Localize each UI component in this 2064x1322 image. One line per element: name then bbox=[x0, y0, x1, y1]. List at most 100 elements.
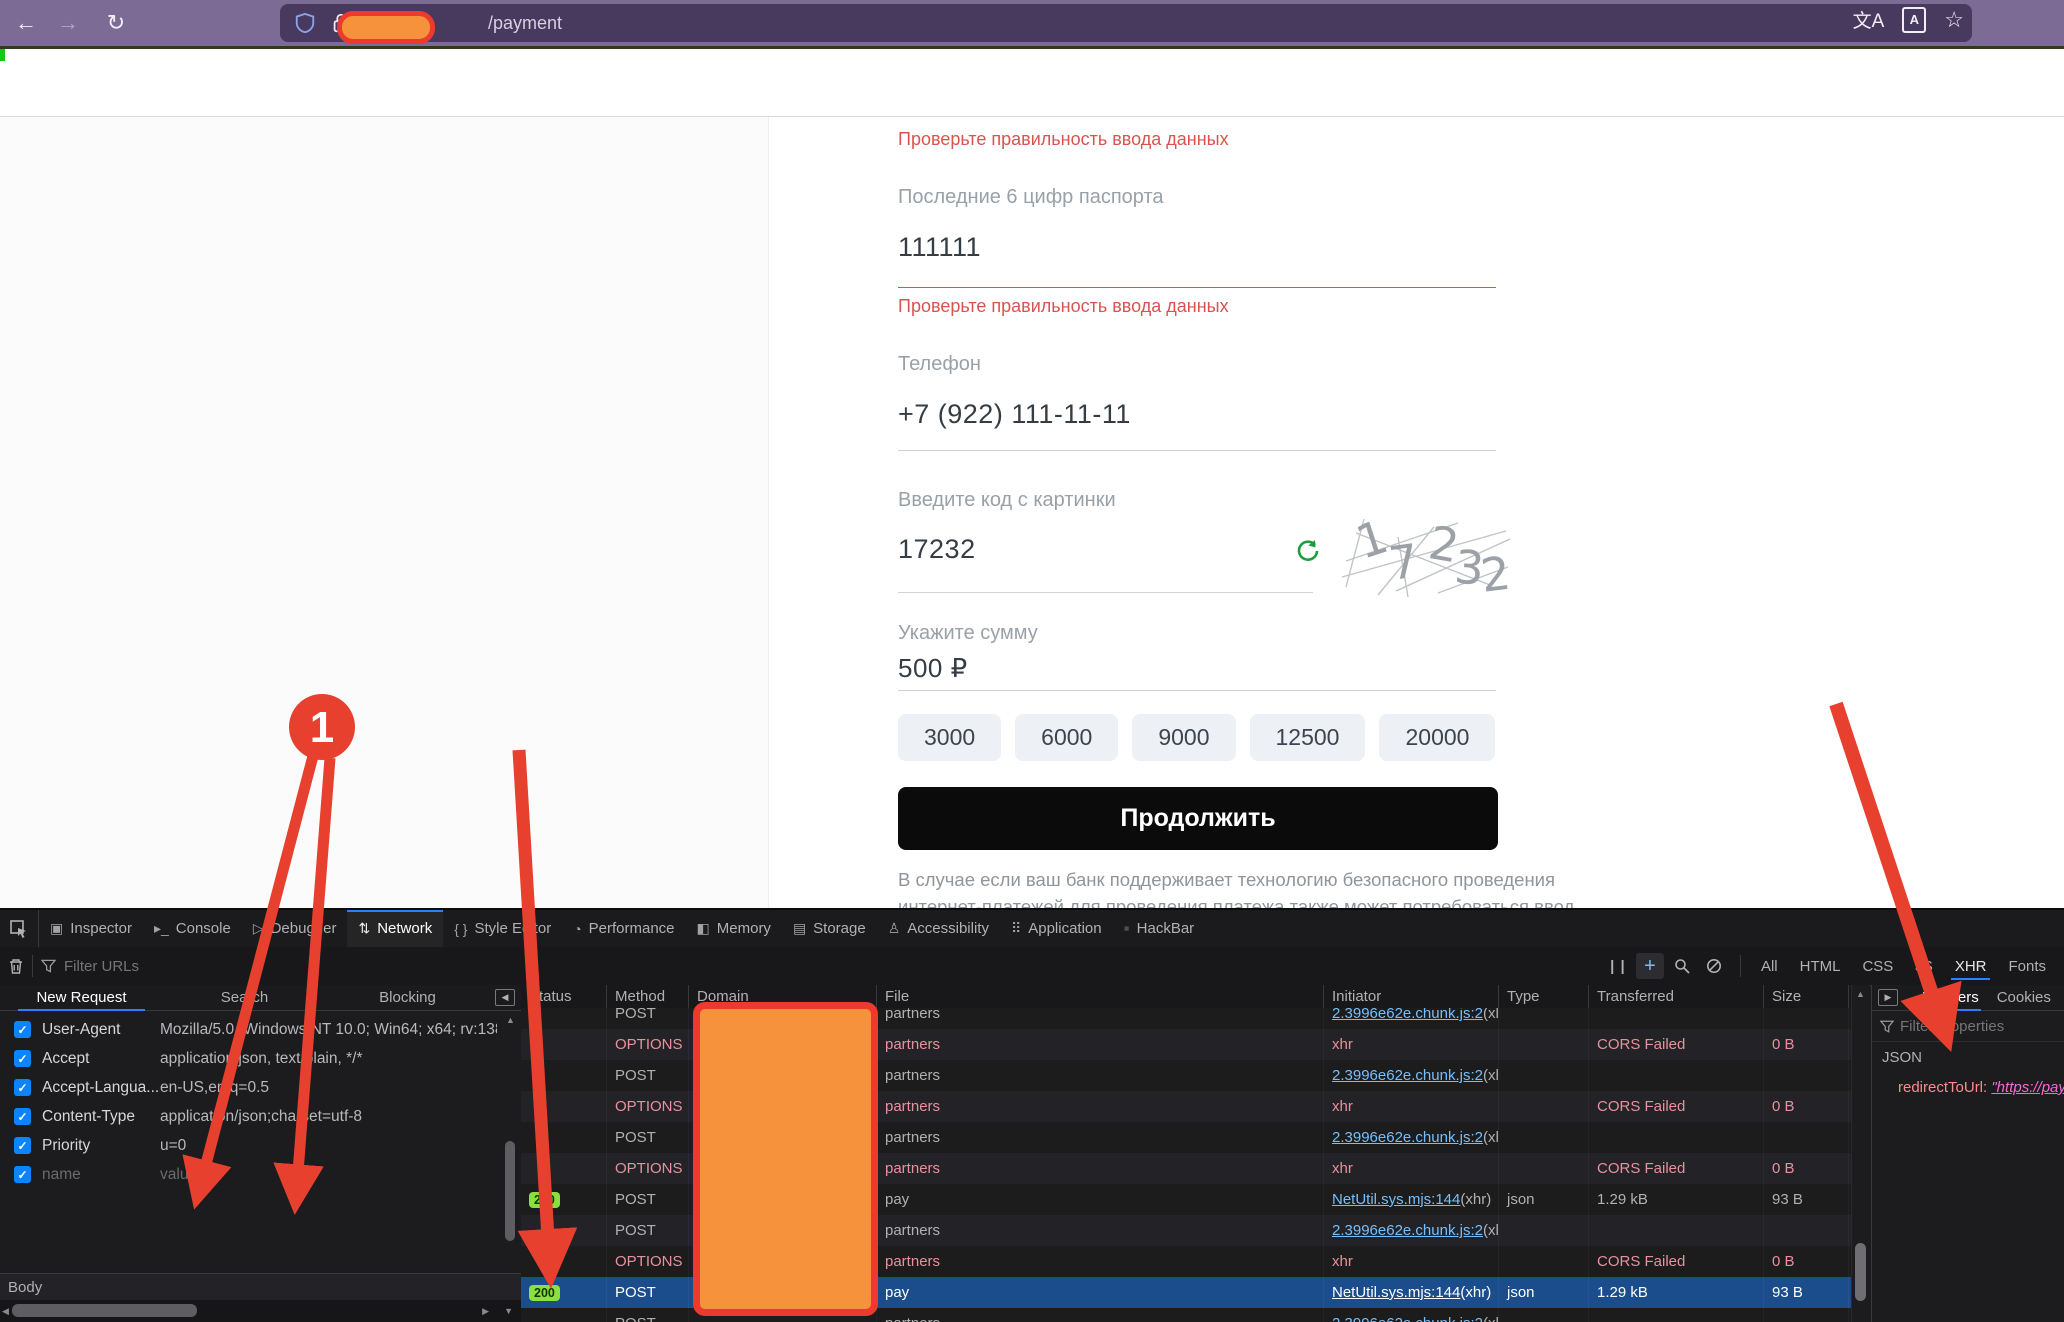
amount-input[interactable]: 500 ₽ bbox=[898, 653, 968, 684]
request-tab-new-request[interactable]: New Request bbox=[0, 989, 163, 1006]
column-header-method[interactable]: Method bbox=[607, 985, 689, 1008]
devtools-tab-style-editor[interactable]: { }Style Editor bbox=[443, 910, 562, 947]
devtools-tab-console[interactable]: ▸_Console bbox=[143, 910, 242, 947]
header-value[interactable]: application/json, text/plain, */* bbox=[160, 1050, 497, 1068]
header-enabled-checkbox[interactable]: ✓ bbox=[14, 1137, 31, 1154]
scroll-up-icon[interactable]: ▲ bbox=[1856, 989, 1865, 999]
request-panel-hscrollbar[interactable]: ◀ ▶ ▼ bbox=[0, 1300, 521, 1322]
initiator-link[interactable]: 2.3996e62e.chunk.js:2 bbox=[1332, 1315, 1483, 1322]
column-header-transferred[interactable]: Transferred bbox=[1589, 985, 1764, 1008]
header-param-row[interactable]: ✓ User-AgentMozilla/5.0 (Windows NT 10.0;… bbox=[0, 1015, 497, 1044]
type-filter-js[interactable]: JS bbox=[1907, 956, 1941, 977]
header-param-row[interactable]: ✓ Priorityu=0 bbox=[0, 1131, 497, 1160]
devtools-tab-accessibility[interactable]: ♙Accessibility bbox=[877, 910, 1000, 947]
json-property-value-link[interactable]: "https://payec bbox=[1991, 1079, 2064, 1096]
reload-icon[interactable]: ↻ bbox=[100, 8, 132, 38]
new-request-plus-icon[interactable]: + bbox=[1636, 953, 1664, 979]
devtools-tab-network[interactable]: ⇅Network bbox=[347, 910, 443, 947]
expand-panel-icon[interactable]: ▶ bbox=[1878, 989, 1898, 1006]
scroll-up-icon[interactable]: ▲ bbox=[506, 1015, 515, 1025]
header-value[interactable]: u=0 bbox=[160, 1137, 497, 1155]
header-name[interactable]: Accept bbox=[42, 1050, 160, 1068]
column-header-size[interactable]: Size bbox=[1764, 985, 1849, 1008]
header-name[interactable]: Priority bbox=[42, 1137, 160, 1155]
filter-urls-input[interactable]: Filter URLs bbox=[64, 958, 139, 975]
devtools-tab-storage[interactable]: ▤Storage bbox=[782, 910, 877, 947]
initiator-link[interactable]: 2.3996e62e.chunk.js:2 bbox=[1332, 1067, 1483, 1084]
translate-icon[interactable]: 文A bbox=[1853, 6, 1885, 33]
body-section-header[interactable]: Body bbox=[0, 1273, 521, 1301]
type-filter-html[interactable]: HTML bbox=[1792, 956, 1849, 977]
header-param-row[interactable]: ✓ Content-Typeapplication/json;charset=ut… bbox=[0, 1102, 497, 1131]
request-panel-vscrollbar[interactable]: ▲ bbox=[503, 1013, 517, 1273]
scroll-right-icon[interactable]: ▶ bbox=[482, 1306, 489, 1317]
header-param-row[interactable]: ✓ Accept-Langua...en-US,en;q=0.5 bbox=[0, 1073, 497, 1102]
header-value[interactable]: application/json;charset=utf-8 bbox=[160, 1108, 497, 1126]
header-enabled-checkbox[interactable]: ✓ bbox=[14, 1050, 31, 1067]
url-bar[interactable]: /payment bbox=[280, 4, 1972, 42]
devtools-tab-performance[interactable]: ◔Performance bbox=[562, 910, 685, 947]
initiator-link[interactable]: NetUtil.sys.mjs:144 bbox=[1332, 1284, 1460, 1301]
type-filter-fonts[interactable]: Fonts bbox=[2000, 956, 2054, 977]
header-param-row[interactable]: ✓ namevalue bbox=[0, 1160, 497, 1189]
devtools-tab-inspector[interactable]: ▣Inspector bbox=[39, 910, 143, 947]
header-value[interactable]: en-US,en;q=0.5 bbox=[160, 1079, 497, 1097]
header-enabled-checkbox[interactable]: ✓ bbox=[14, 1166, 31, 1183]
filter-properties-input[interactable]: Filter properties bbox=[1900, 1018, 2004, 1035]
initiator-link[interactable]: 2.3996e62e.chunk.js:2 bbox=[1332, 1222, 1483, 1239]
column-header-file[interactable]: File bbox=[877, 985, 1324, 1008]
clear-requests-icon[interactable] bbox=[8, 957, 24, 975]
amount-chip[interactable]: 3000 bbox=[898, 714, 1001, 761]
initiator-link[interactable]: 2.3996e62e.chunk.js:2 bbox=[1332, 1129, 1483, 1146]
captcha-input[interactable]: 17232 bbox=[898, 534, 976, 565]
column-header-initiator[interactable]: Initiator bbox=[1324, 985, 1499, 1008]
continue-button[interactable]: Продолжить bbox=[898, 787, 1498, 850]
initiator-link[interactable]: NetUtil.sys.mjs:144 bbox=[1332, 1191, 1460, 1208]
json-property-row[interactable]: redirectToUrl: "https://payec bbox=[1898, 1079, 2064, 1096]
header-name[interactable]: Accept-Langua... bbox=[42, 1079, 160, 1097]
captcha-refresh-icon[interactable] bbox=[1294, 537, 1322, 565]
collapse-panel-icon[interactable]: ◀ bbox=[495, 989, 515, 1006]
search-icon[interactable] bbox=[1668, 953, 1696, 979]
initiator-link[interactable]: 2.3996e62e.chunk.js:2 bbox=[1332, 1008, 1483, 1022]
header-param-row[interactable]: ✓ Acceptapplication/json, text/plain, */* bbox=[0, 1044, 497, 1073]
devtools-tab-memory[interactable]: ◧Memory bbox=[686, 910, 782, 947]
devtools-tab-hackbar[interactable]: ▪HackBar bbox=[1113, 910, 1206, 947]
page-translate-icon[interactable]: A bbox=[1902, 7, 1926, 33]
passport-input[interactable]: 111111 bbox=[898, 232, 981, 263]
scroll-down-icon[interactable]: ▼ bbox=[504, 1306, 513, 1316]
devtools-tab-debugger[interactable]: ▷Debugger bbox=[242, 910, 348, 947]
amount-chip[interactable]: 12500 bbox=[1250, 714, 1366, 761]
header-name[interactable]: Content-Type bbox=[42, 1108, 160, 1126]
phone-input[interactable]: +7 (922) 111-11-11 bbox=[898, 399, 1131, 430]
bookmark-star-icon[interactable]: ☆ bbox=[1944, 7, 1964, 33]
header-name[interactable]: name bbox=[42, 1166, 160, 1184]
column-header-type[interactable]: Type bbox=[1499, 985, 1589, 1008]
shield-icon[interactable] bbox=[294, 11, 316, 35]
amount-chip[interactable]: 20000 bbox=[1379, 714, 1495, 761]
header-enabled-checkbox[interactable]: ✓ bbox=[14, 1079, 31, 1096]
tab-cookies[interactable]: Cookies bbox=[1997, 989, 2051, 1006]
header-name[interactable]: User-Agent bbox=[42, 1021, 160, 1039]
amount-chip[interactable]: 6000 bbox=[1015, 714, 1118, 761]
header-value[interactable]: Mozilla/5.0 (Windows NT 10.0; Win64; x64… bbox=[160, 1021, 497, 1039]
header-enabled-checkbox[interactable]: ✓ bbox=[14, 1108, 31, 1125]
request-tab-search[interactable]: Search bbox=[163, 989, 326, 1006]
json-section-label[interactable]: JSON bbox=[1882, 1049, 1922, 1066]
network-vscrollbar[interactable]: ▲ bbox=[1851, 985, 1870, 1322]
block-icon[interactable] bbox=[1700, 953, 1728, 979]
amount-chip[interactable]: 9000 bbox=[1132, 714, 1235, 761]
pause-traffic-icon[interactable]: | | bbox=[1604, 953, 1632, 979]
column-header-status[interactable]: Status bbox=[521, 985, 607, 1008]
type-filter-xhr[interactable]: XHR bbox=[1947, 956, 1995, 977]
type-filter-all[interactable]: All bbox=[1753, 956, 1786, 977]
header-value[interactable]: value bbox=[160, 1166, 497, 1184]
header-enabled-checkbox[interactable]: ✓ bbox=[14, 1021, 31, 1038]
pick-element-icon[interactable] bbox=[0, 910, 39, 947]
back-icon[interactable]: ← bbox=[10, 8, 42, 38]
scroll-left-icon[interactable]: ◀ bbox=[2, 1306, 9, 1317]
request-tab-blocking[interactable]: Blocking bbox=[326, 989, 489, 1006]
forward-icon[interactable]: → bbox=[52, 8, 84, 38]
devtools-tab-application[interactable]: ⠿Application bbox=[1000, 910, 1113, 947]
tab-headers[interactable]: Headers bbox=[1922, 989, 1979, 1006]
